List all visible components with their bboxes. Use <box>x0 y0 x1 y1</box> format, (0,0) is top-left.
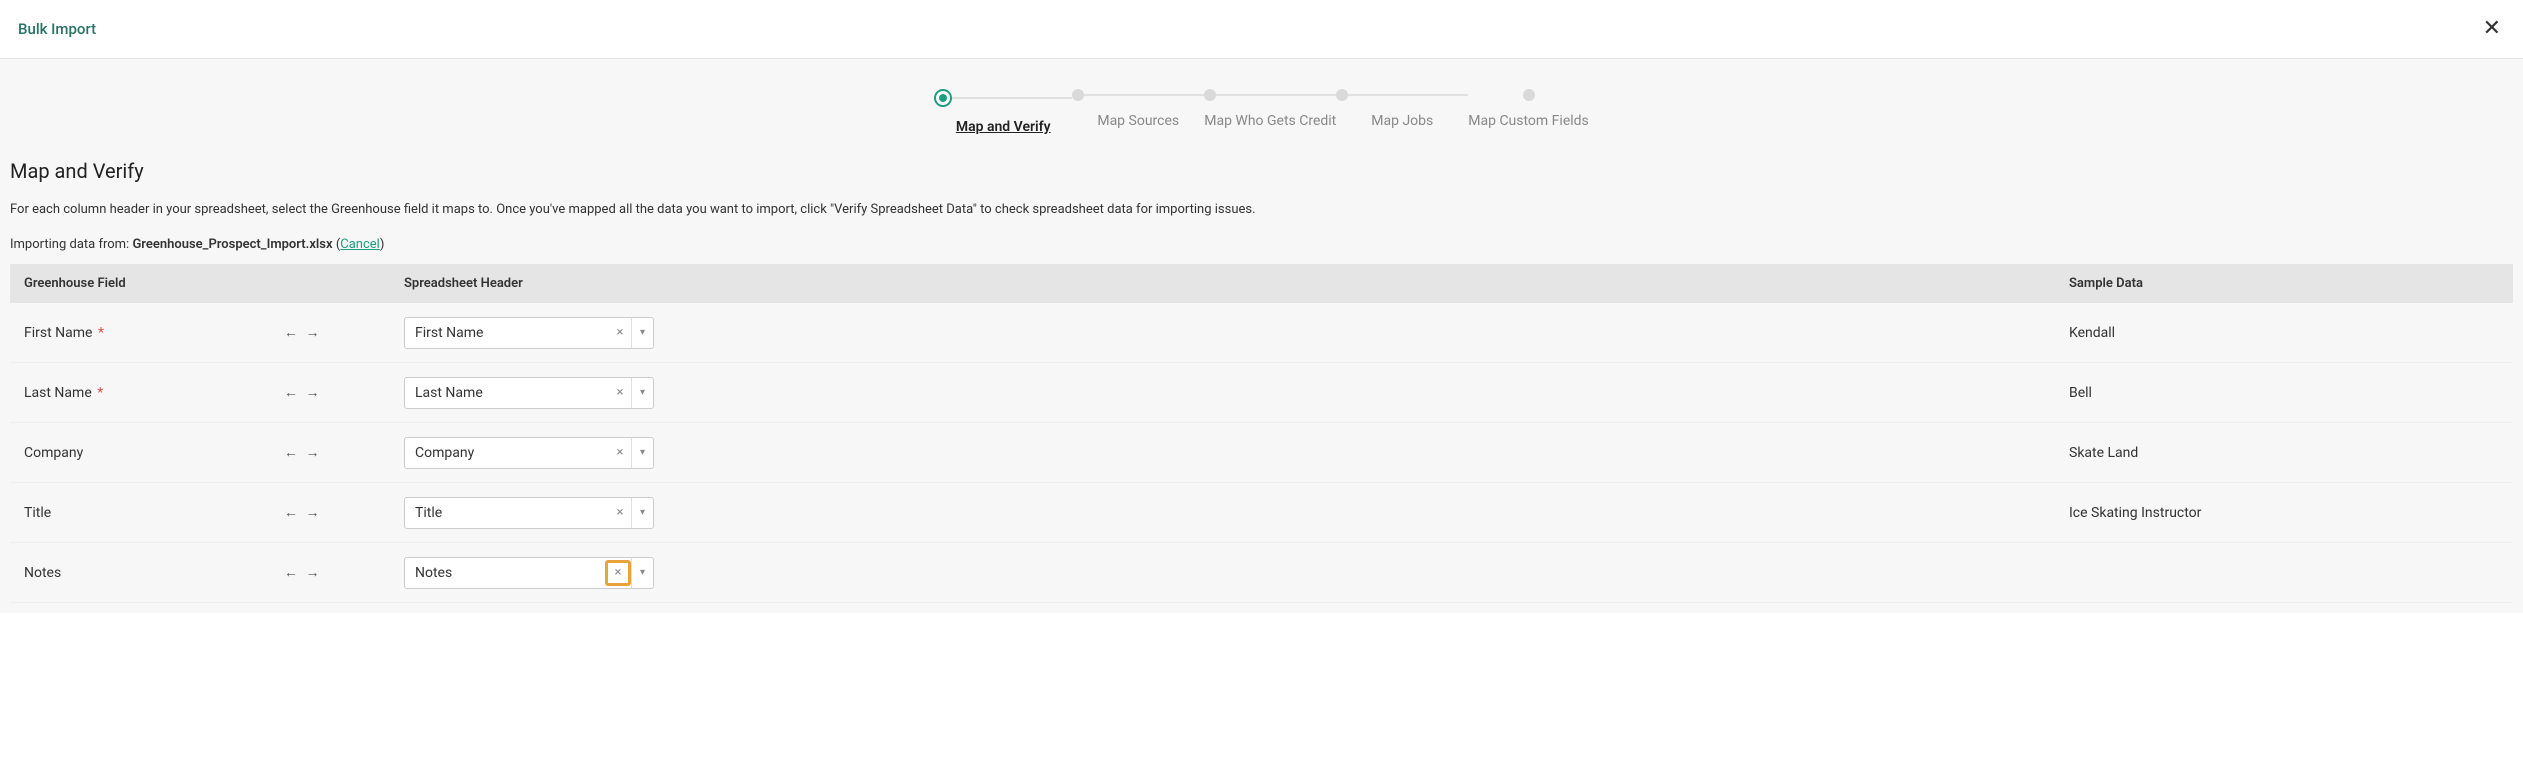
cancel-link[interactable]: Cancel <box>340 237 380 252</box>
importing-line: Importing data from: Greenhouse_Prospect… <box>10 237 2513 252</box>
clear-selection-icon[interactable]: × <box>609 325 631 340</box>
field-name: First Name <box>24 325 92 341</box>
step-connector <box>952 97 1072 99</box>
mapping-arrows-icon: ← → <box>284 504 404 521</box>
header-cell: Company×▾ <box>404 437 2069 469</box>
close-icon[interactable]: ✕ <box>2479 14 2505 44</box>
clear-selection-icon[interactable]: × <box>609 385 631 400</box>
table-row: Notes← →Notes×▾ <box>10 543 2513 603</box>
content-area: Map and Verify Map Sources Map Who Gets … <box>0 59 2523 613</box>
sample-data-value: Ice Skating Instructor <box>2069 505 2499 521</box>
header-cell: Notes×▾ <box>404 557 2069 589</box>
chevron-down-icon[interactable]: ▾ <box>631 558 653 588</box>
importing-filename: Greenhouse_Prospect_Import.xlsx <box>132 237 332 252</box>
field-name: Notes <box>24 565 61 581</box>
table-row: Company← →Company×▾Skate Land <box>10 423 2513 483</box>
col-header-arrows <box>284 276 404 291</box>
field-name: Last Name <box>24 385 92 401</box>
field-name: Company <box>24 445 83 461</box>
instruction-text: For each column header in your spreadshe… <box>10 201 2513 219</box>
sample-data-value: Skate Land <box>2069 445 2499 461</box>
step-connector <box>1084 94 1204 96</box>
field-name: Title <box>24 505 51 521</box>
clear-selection-icon[interactable]: × <box>609 505 631 520</box>
step-label: Map Custom Fields <box>1468 113 1589 129</box>
spreadsheet-header-select[interactable]: First Name×▾ <box>404 317 654 349</box>
field-cell: Notes <box>24 565 284 581</box>
spreadsheet-header-select[interactable]: Title×▾ <box>404 497 654 529</box>
step-dot-icon <box>1523 89 1535 101</box>
step-map-and-verify[interactable]: Map and Verify <box>934 89 1072 135</box>
step-dot-icon <box>1336 89 1348 101</box>
chevron-down-icon[interactable]: ▾ <box>631 378 653 408</box>
field-cell: Title <box>24 505 284 521</box>
page-heading: Map and Verify <box>10 159 2513 183</box>
clear-selection-icon[interactable]: × <box>609 445 631 460</box>
stepper: Map and Verify Map Sources Map Who Gets … <box>0 59 2523 159</box>
select-value: Title <box>415 505 609 521</box>
spreadsheet-header-select[interactable]: Company×▾ <box>404 437 654 469</box>
required-indicator: * <box>94 325 104 341</box>
field-cell: Last Name * <box>24 385 284 401</box>
modal-title: Bulk Import <box>18 20 96 38</box>
mapping-table: Greenhouse Field Spreadsheet Header Samp… <box>10 264 2513 603</box>
step-label: Map Sources <box>1097 113 1179 129</box>
step-map-sources[interactable]: Map Sources <box>1072 89 1204 129</box>
spreadsheet-header-select[interactable]: Notes×▾ <box>404 557 654 589</box>
mapping-arrows-icon: ← → <box>284 444 404 461</box>
select-value: Last Name <box>415 385 609 401</box>
step-dot-icon <box>1204 89 1216 101</box>
chevron-down-icon[interactable]: ▾ <box>631 438 653 468</box>
select-value: Company <box>415 445 609 461</box>
step-label: Map Who Gets Credit <box>1204 113 1336 129</box>
table-row: Title← →Title×▾Ice Skating Instructor <box>10 483 2513 543</box>
step-connector <box>1348 94 1468 96</box>
field-cell: First Name * <box>24 325 284 341</box>
mapping-arrows-icon: ← → <box>284 564 404 581</box>
header-cell: First Name×▾ <box>404 317 2069 349</box>
select-value: Notes <box>415 565 605 581</box>
chevron-down-icon[interactable]: ▾ <box>631 498 653 528</box>
step-connector <box>1216 94 1336 96</box>
importing-prefix: Importing data from: <box>10 237 132 252</box>
header-cell: Last Name×▾ <box>404 377 2069 409</box>
sample-data-value: Bell <box>2069 385 2499 401</box>
step-dot-icon <box>934 89 952 107</box>
header-cell: Title×▾ <box>404 497 2069 529</box>
mapping-arrows-icon: ← → <box>284 324 404 341</box>
table-header-row: Greenhouse Field Spreadsheet Header Samp… <box>10 264 2513 303</box>
col-header-spreadsheet-header: Spreadsheet Header <box>404 276 2069 291</box>
sample-data-value: Kendall <box>2069 325 2499 341</box>
step-label: Map and Verify <box>956 119 1051 135</box>
field-cell: Company <box>24 445 284 461</box>
step-map-who-gets-credit[interactable]: Map Who Gets Credit <box>1204 89 1336 129</box>
step-label: Map Jobs <box>1371 113 1433 129</box>
table-row: Last Name *← →Last Name×▾Bell <box>10 363 2513 423</box>
select-value: First Name <box>415 325 609 341</box>
spreadsheet-header-select[interactable]: Last Name×▾ <box>404 377 654 409</box>
step-map-jobs[interactable]: Map Jobs <box>1336 89 1468 129</box>
step-dot-icon <box>1072 89 1084 101</box>
col-header-sample-data: Sample Data <box>2069 276 2499 291</box>
clear-selection-icon[interactable]: × <box>605 560 631 586</box>
table-row: First Name *← →First Name×▾Kendall <box>10 303 2513 363</box>
required-indicator: * <box>94 385 104 401</box>
page-body: Map and Verify For each column header in… <box>0 159 2523 613</box>
modal-header: Bulk Import ✕ <box>0 0 2523 59</box>
mapping-arrows-icon: ← → <box>284 384 404 401</box>
step-map-custom-fields[interactable]: Map Custom Fields <box>1468 89 1589 129</box>
paren-close: ) <box>380 237 385 252</box>
chevron-down-icon[interactable]: ▾ <box>631 318 653 348</box>
col-header-greenhouse-field: Greenhouse Field <box>24 276 284 291</box>
